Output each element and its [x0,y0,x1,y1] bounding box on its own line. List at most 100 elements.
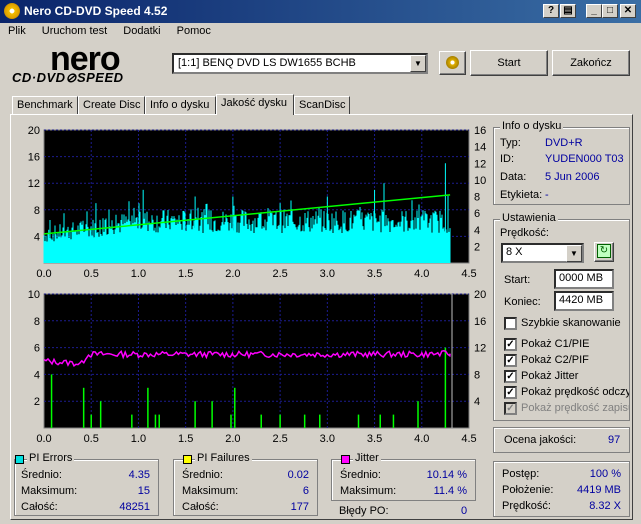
x-tick-label: 0.0 [36,433,51,445]
x-tick-label: 2.5 [272,268,287,280]
plot-area [43,293,470,429]
progress-value: 100 % [589,468,621,480]
disc-label-value: - [545,189,549,201]
tab-disc-info[interactable]: Info o dysku [145,96,216,114]
show-pif-label: Pokaż C2/PIF [521,354,589,366]
y-right-tick-label: 16 [474,316,486,328]
pi-failures-avg-value: 0.02 [287,469,309,481]
tab-bar: Benchmark Create Disc Info o dysku Jakoś… [10,94,610,115]
jitter-legend-icon [341,455,350,464]
speed-dropdown-icon[interactable]: ▼ [566,245,582,262]
show-read-speed-label: Pokaż prędkość odczytu [521,386,629,398]
settings-title: Ustawienia [500,212,558,224]
show-pie-checkbox[interactable]: ✓ [504,338,517,351]
show-jitter-checkbox[interactable]: ✓ [504,370,517,383]
jitter-max-label: Maksimum: [340,485,397,497]
show-write-speed-checkbox: ✓ [504,402,517,415]
close-button[interactable]: ✕ [620,4,636,18]
jitter-max-value: 11.4 % [433,485,467,497]
refresh-speed-button[interactable]: ↻ [594,242,614,262]
y-right-tick-label: 4 [474,225,480,237]
quality-score-value: 97 [608,434,621,446]
save-icon[interactable]: ▤ [560,4,576,18]
menu-item-uruchom-test[interactable]: Uruchom test [34,23,112,37]
x-tick-label: 1.5 [178,433,193,445]
y-left-tick-label: 20 [28,125,40,137]
menu-item-dodatki[interactable]: Dodatki [115,23,165,37]
disc-type-value: DVD+R [545,137,583,149]
show-read-speed-clip: Pokaż prędkość odczytu [521,386,629,400]
y-left-tick-label: 8 [34,205,40,217]
x-tick-label: 4.5 [461,268,476,280]
pi-errors-total-label: Całość: [21,501,58,513]
pi-failures-group: PI Failures Średnio: 0.02 Maksimum: 6 Ca… [173,452,318,516]
disc-date-label: Data: [500,171,527,183]
pi-failures-max-value: 6 [302,485,309,497]
jitter-group: Jitter Średnio: 10.14 % Maksimum: 11.4 % [331,452,476,501]
y-right-tick-label: 20 [474,289,486,301]
pi-failures-title: PI Failures [195,452,252,464]
refresh-drive-button[interactable] [439,51,466,75]
tab-create-disc[interactable]: Create Disc [78,96,145,114]
position-value: 4419 MB [576,484,621,496]
x-tick-label: 4.5 [461,433,476,445]
y-left-tick-label: 6 [34,343,40,355]
x-tick-label: 3.5 [367,433,382,445]
speed-label: Prędkość: [500,227,549,239]
pi-failures-total-label: Całość: [182,501,219,513]
disc-icon [446,56,459,69]
drive-selected-value: [1:1] BENQ DVD LS DW1655 BCHB [178,57,356,69]
current-speed-label: Prędkość: [502,500,551,512]
y-right-tick-label: 10 [474,175,486,187]
position-label: Położenie: [502,484,554,496]
quick-scan-label: Szybkie skanowanie [521,317,621,329]
menu-item-pomoc[interactable]: Pomoc [169,23,216,37]
y-right-tick-label: 8 [474,192,480,204]
tab-disc-quality[interactable]: Jakość dysku [216,94,294,115]
pi-failures-legend-icon [183,455,192,464]
y-right-tick-label: 16 [474,125,486,137]
y-right-tick-label: 12 [474,343,486,355]
start-mb-input[interactable]: 0000 MB [554,269,614,289]
disc-info-group: Info o dysku Typ: DVD+R ID: YUDEN000 T03… [493,120,630,205]
quick-scan-checkbox[interactable] [504,317,517,330]
end-mb-input[interactable]: 4420 MB [554,291,614,311]
tab-benchmark[interactable]: Benchmark [12,96,78,114]
x-tick-label: 0.0 [36,268,51,280]
pi-failures-total-value: 177 [290,501,309,513]
y-right-tick-label: 14 [474,142,486,154]
pi-errors-legend-icon [15,455,24,464]
y-right-tick-label: 4 [474,396,480,408]
pi-failures-max-label: Maksimum: [182,485,239,497]
minimize-button[interactable]: _ [586,4,602,18]
menu-item-plik[interactable]: Plik [0,23,31,37]
tab-scandisc[interactable]: ScanDisc [294,96,350,114]
quality-score-label: Ocena jakości: [504,434,577,446]
window-title: Nero CD-DVD Speed 4.52 [24,4,168,18]
drive-select[interactable]: [1:1] BENQ DVD LS DW1655 BCHB ▼ [172,53,428,74]
help-icon[interactable]: ? [543,4,559,18]
show-read-speed-checkbox[interactable]: ✓ [504,386,517,399]
x-tick-label: 1.0 [131,268,146,280]
pi-errors-group: PI Errors Średnio: 4.35 Maksimum: 15 Cał… [14,452,159,516]
current-speed-value: 8.32 X [589,500,621,512]
end-button[interactable]: Zakończ [552,50,630,76]
x-tick-label: 3.0 [320,433,335,445]
x-tick-label: 2.0 [225,268,240,280]
pi-errors-max-label: Maksimum: [21,485,78,497]
pi-errors-avg-label: Średnio: [21,469,62,481]
jitter-avg-value: 10.14 % [426,469,467,481]
x-tick-label: 1.0 [131,433,146,445]
maximize-button[interactable]: □ [602,4,618,18]
refresh-icon: ↻ [597,244,611,258]
speed-select[interactable]: 8 X ▼ [501,243,584,263]
show-write-speed-label: Pokaż prędkość zapisu [521,402,629,414]
x-tick-label: 0.5 [84,433,99,445]
start-button[interactable]: Start [470,50,548,76]
chevron-down-icon[interactable]: ▼ [410,55,426,72]
po-errors-label: Błędy PO: [339,505,389,517]
chart-2: 0.0 0.5 1.0 1.5 2.0 2.5 3.0 3.5 4.0 4.5 10 8 6 4 2 20 16… [28,289,487,445]
progress-group: Postęp: 100 % Położenie: 4419 MB Prędkoś… [493,461,630,517]
show-pif-checkbox[interactable]: ✓ [504,354,517,367]
x-tick-label: 3.0 [320,268,335,280]
